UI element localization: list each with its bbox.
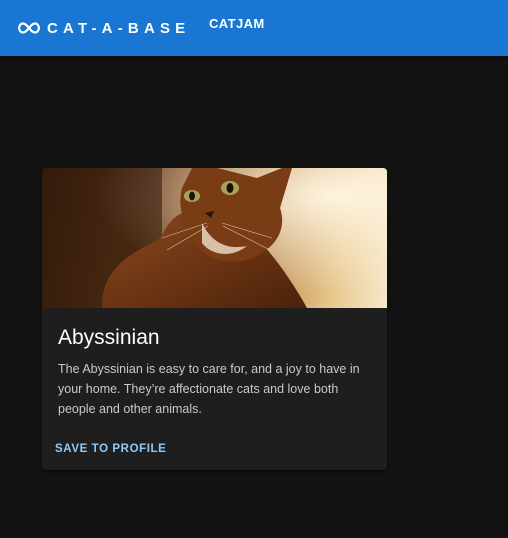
- nav-link-catjam[interactable]: CATJAM: [209, 16, 265, 31]
- card-content: Abyssinian The Abyssinian is easy to car…: [42, 308, 387, 419]
- cat-photo: [42, 168, 387, 308]
- home-logo-link[interactable]: CAT-A-BASE: [17, 20, 190, 37]
- breed-description: The Abyssinian is easy to care for, and …: [58, 362, 360, 416]
- breed-card: Abyssinian The Abyssinian is easy to car…: [42, 168, 387, 470]
- breed-title: Abyssinian: [58, 326, 160, 349]
- save-to-profile-button[interactable]: SAVE TO PROFILE: [55, 443, 166, 455]
- app-bar: CAT-A-BASE CATJAM: [0, 0, 508, 56]
- infinity-icon: [17, 21, 41, 35]
- brand-title: CAT-A-BASE: [47, 19, 191, 37]
